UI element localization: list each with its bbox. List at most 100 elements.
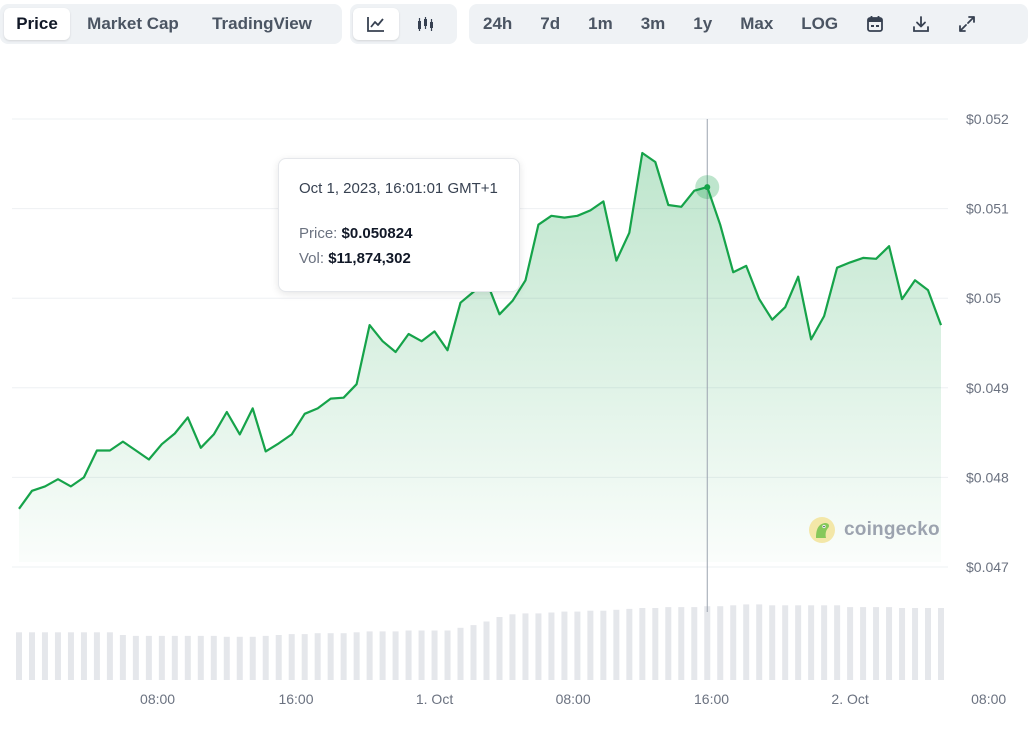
volume-bar: [80, 632, 87, 680]
price-point: [42, 483, 48, 489]
volume-bar: [535, 613, 542, 680]
volume-bar: [821, 605, 828, 680]
volume-bar: [119, 635, 126, 680]
tooltip-price-value: $0.050824: [341, 225, 413, 242]
y-tick-label: $0.047: [966, 559, 1009, 575]
volume-bar: [626, 608, 633, 680]
volume-bar: [275, 635, 282, 680]
price-point: [769, 317, 775, 323]
calendar-button[interactable]: [852, 8, 898, 40]
volume-bar: [483, 621, 490, 680]
expand-button[interactable]: [944, 8, 990, 40]
volume-bar: [210, 635, 217, 680]
volume-bar: [925, 608, 932, 680]
price-point: [380, 338, 386, 344]
volume-bar: [522, 613, 529, 680]
volume-bar: [847, 607, 854, 680]
price-point: [328, 396, 334, 402]
coingecko-watermark: coingecko: [808, 516, 940, 544]
y-tick-label: $0.048: [966, 469, 1009, 485]
price-point: [276, 440, 282, 446]
price-point: [665, 202, 671, 208]
volume-bar: [353, 632, 360, 680]
price-point: [834, 265, 840, 271]
volume-bar: [899, 608, 906, 680]
price-point: [367, 322, 373, 328]
volume-bar: [16, 632, 22, 680]
line-chart-button[interactable]: [353, 8, 399, 40]
price-point: [68, 483, 74, 489]
volume-bar: [717, 606, 724, 680]
volume-bar: [860, 607, 867, 680]
price-point: [626, 230, 632, 236]
range-3m[interactable]: 3m: [627, 8, 680, 40]
price-point: [237, 431, 243, 437]
price-point: [717, 222, 723, 228]
calendar-icon: [867, 16, 884, 32]
price-point: [613, 258, 619, 264]
price-point: [146, 456, 152, 462]
log-scale-toggle[interactable]: LOG: [787, 8, 852, 40]
volume-bar: [28, 632, 35, 680]
volume-bar: [912, 608, 919, 680]
range-24h[interactable]: 24h: [469, 8, 526, 40]
y-tick-label: $0.05: [966, 290, 1001, 306]
volume-bar: [236, 636, 243, 680]
volume-bar: [548, 612, 555, 680]
price-point: [419, 338, 425, 344]
y-axis-labels: $0.047 $0.048 $0.049 $0.05 $0.051 $0.052: [966, 111, 1009, 575]
volume-bar: [288, 634, 295, 680]
tab-market-cap[interactable]: Market Cap: [74, 8, 192, 40]
volume-bar: [405, 630, 412, 680]
volume-bar: [769, 605, 776, 680]
volume-bar: [197, 635, 204, 680]
price-point: [600, 198, 606, 204]
volume-bar: [613, 609, 620, 680]
price-point: [224, 409, 230, 415]
price-point: [107, 448, 113, 454]
view-tabs: Price Market Cap TradingView: [0, 4, 342, 44]
tab-price[interactable]: Price: [4, 8, 70, 40]
volume-bar: [743, 604, 750, 680]
line-chart-icon: [367, 17, 384, 32]
volume-bar: [132, 635, 139, 680]
volume-bar: [730, 605, 737, 680]
watermark-text: coingecko: [844, 519, 940, 540]
range-1y[interactable]: 1y: [679, 8, 726, 40]
price-point: [458, 300, 464, 306]
price-point: [315, 405, 321, 411]
tab-tradingview[interactable]: TradingView: [196, 8, 328, 40]
price-point: [159, 441, 165, 447]
range-max[interactable]: Max: [726, 8, 787, 40]
volume-bar: [574, 611, 581, 680]
price-point: [445, 347, 451, 353]
volume-bar: [41, 632, 48, 680]
price-point: [172, 430, 178, 436]
volume-bar: [509, 614, 516, 680]
volume-bar: [249, 636, 256, 680]
volume-bar: [379, 631, 386, 680]
price-point: [925, 287, 931, 293]
price-point: [302, 411, 308, 417]
range-7d[interactable]: 7d: [526, 8, 574, 40]
candlestick-chart-button[interactable]: [402, 8, 448, 40]
y-tick-label: $0.051: [966, 201, 1009, 217]
price-point: [873, 256, 879, 262]
price-point: [341, 395, 347, 401]
volume-bar: [873, 607, 880, 680]
x-tick-label: 16:00: [694, 691, 729, 707]
price-point: [263, 448, 269, 454]
volume-bar: [665, 607, 672, 680]
volume-bar: [67, 632, 74, 680]
range-1m[interactable]: 1m: [574, 8, 627, 40]
volume-bar: [496, 617, 503, 680]
expand-icon: [959, 16, 976, 32]
price-point: [639, 150, 645, 156]
volume-bar: [834, 605, 841, 680]
volume-bar: [704, 606, 711, 680]
tooltip-volume-label: Vol:: [299, 250, 325, 267]
price-point: [652, 159, 658, 165]
price-point: [808, 336, 814, 342]
price-point: [548, 213, 554, 219]
download-button[interactable]: [898, 8, 944, 40]
